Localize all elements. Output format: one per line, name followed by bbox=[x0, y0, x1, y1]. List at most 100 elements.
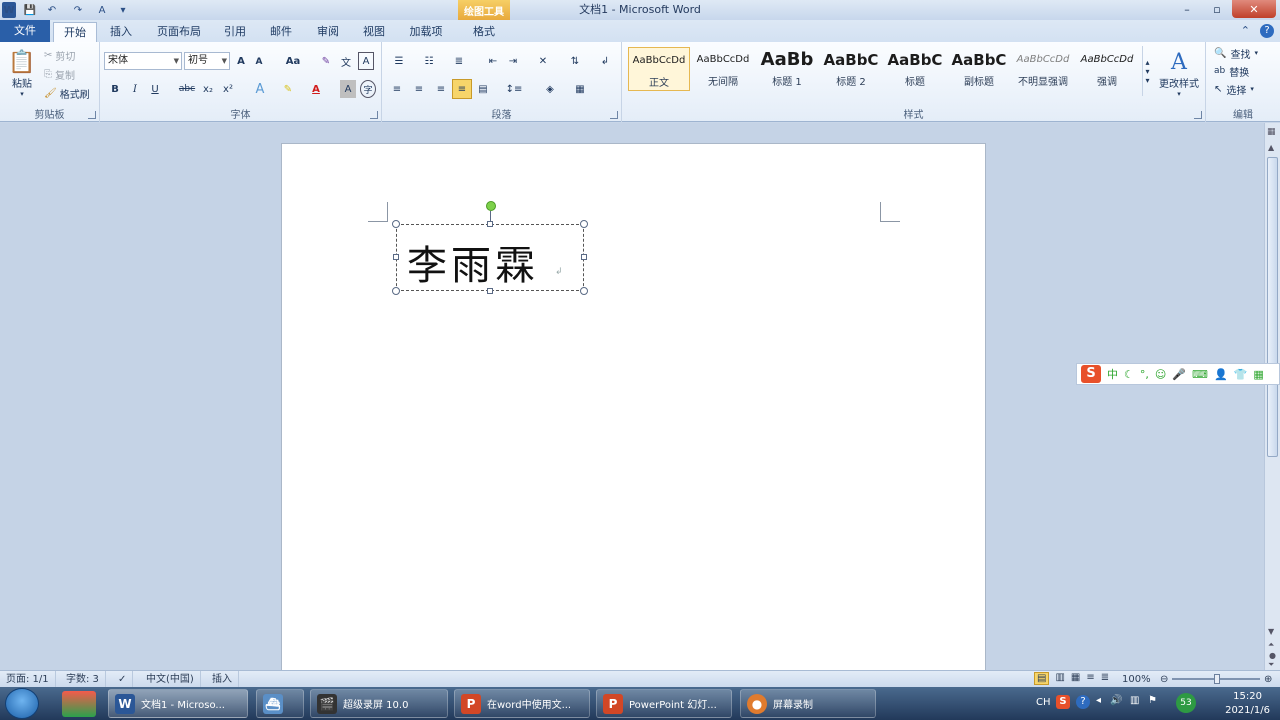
multilevel-list-icon[interactable]: ≣ bbox=[448, 52, 470, 70]
clock[interactable]: 15:20 2021/1/6 bbox=[1225, 690, 1270, 718]
tab-format[interactable]: 格式 bbox=[462, 22, 506, 42]
task-word[interactable]: W 文档1 - Microso... bbox=[108, 689, 248, 718]
outline-icon[interactable]: ≡ bbox=[1086, 672, 1094, 685]
italic-button[interactable]: I bbox=[128, 80, 142, 98]
style-normal[interactable]: AaBbCcDd 正文 bbox=[628, 47, 690, 91]
tab-file[interactable]: 文件 bbox=[0, 20, 50, 42]
input-language[interactable]: CH bbox=[1036, 697, 1051, 708]
shading-icon[interactable]: ◈ bbox=[538, 80, 562, 98]
clear-formatting-icon[interactable]: ✎ bbox=[318, 52, 334, 70]
bullets-icon[interactable]: ☰ bbox=[388, 52, 410, 70]
task-powerpoint-doc[interactable]: P 在word中使用文... bbox=[454, 689, 590, 718]
vertical-scrollbar[interactable]: ▦ ▲ ▼ ⏶ ● ⏷ bbox=[1264, 123, 1280, 670]
sort-icon[interactable]: ⇅ bbox=[566, 52, 584, 70]
sogou-logo-icon[interactable]: S bbox=[1081, 365, 1101, 383]
emoji-icon[interactable]: ☺ bbox=[1155, 368, 1166, 381]
line-spacing-icon[interactable]: ↕≡ bbox=[502, 80, 526, 98]
format-painter-button[interactable]: 🖌 格式刷 bbox=[44, 85, 90, 101]
resize-handle-left[interactable] bbox=[393, 254, 399, 260]
text-effects-icon[interactable]: A bbox=[250, 80, 270, 98]
network-tray-icon[interactable]: ▥ bbox=[1130, 695, 1139, 706]
resize-handle-bottom-right[interactable] bbox=[580, 287, 588, 295]
minimize-button[interactable]: – bbox=[1172, 0, 1202, 18]
help-tray-icon[interactable]: ? bbox=[1076, 695, 1090, 709]
status-mode[interactable]: 插入 bbox=[206, 671, 239, 688]
style-heading-1[interactable]: AaBb 标题 1 bbox=[756, 47, 818, 91]
replace-button[interactable]: ab 替换 bbox=[1214, 63, 1249, 79]
action-center-icon[interactable]: ⚑ bbox=[1148, 695, 1157, 706]
change-styles-button[interactable]: A 更改样式 ▾ bbox=[1156, 46, 1202, 102]
style-no-spacing[interactable]: AaBbCcDd 无间隔 bbox=[692, 47, 754, 91]
web-layout-icon[interactable]: ▦ bbox=[1071, 672, 1080, 685]
microphone-icon[interactable]: 🎤 bbox=[1172, 368, 1186, 381]
save-icon[interactable]: 💾 bbox=[22, 2, 38, 18]
text-effect-icon[interactable]: A bbox=[92, 2, 112, 18]
find-button[interactable]: 🔍 查找 ▾ bbox=[1214, 45, 1258, 61]
redo-icon[interactable]: ↷ bbox=[68, 2, 88, 18]
toolbox-icon[interactable]: ▦ bbox=[1253, 368, 1263, 381]
copy-button[interactable]: ⎘ 复制 bbox=[44, 66, 75, 82]
help-icon[interactable]: ? bbox=[1260, 24, 1274, 38]
scroll-down-icon[interactable]: ▼ bbox=[1268, 627, 1274, 636]
character-border-icon[interactable]: A bbox=[358, 52, 374, 70]
superscript-button[interactable]: x² bbox=[220, 80, 236, 98]
tab-review[interactable]: 审阅 bbox=[307, 22, 349, 42]
text-box[interactable]: 李雨霖 ↲ bbox=[392, 201, 588, 295]
align-right-icon[interactable]: ≡ bbox=[432, 80, 450, 98]
document-page[interactable]: 李雨霖 ↲ bbox=[281, 143, 986, 673]
next-page-icon[interactable]: ⏷ bbox=[1268, 660, 1274, 670]
rotate-handle[interactable] bbox=[486, 201, 496, 211]
status-page[interactable]: 页面: 1/1 bbox=[0, 671, 56, 688]
clipboard-dialog-launcher[interactable] bbox=[88, 111, 96, 119]
tab-view[interactable]: 视图 bbox=[353, 22, 395, 42]
tray-expand-icon[interactable]: ◂ bbox=[1096, 695, 1101, 706]
bold-button[interactable]: B bbox=[108, 80, 122, 98]
highlight-icon[interactable]: ✎ bbox=[278, 80, 298, 98]
browse-object-icon[interactable]: ● bbox=[1269, 651, 1276, 660]
select-button[interactable]: ↖ 选择 ▾ bbox=[1214, 81, 1254, 97]
style-heading-2[interactable]: AaBbC 标题 2 bbox=[820, 47, 882, 91]
align-center-icon[interactable]: ≡ bbox=[410, 80, 428, 98]
ruler-toggle-icon[interactable]: ▦ bbox=[1267, 127, 1276, 137]
zoom-level[interactable]: 100% bbox=[1122, 671, 1151, 688]
style-emphasis[interactable]: AaBbCcDd 强调 bbox=[1076, 47, 1138, 91]
tab-references[interactable]: 引用 bbox=[214, 22, 256, 42]
shrink-font-button[interactable]: A bbox=[252, 54, 266, 70]
font-size-combo[interactable]: 初号 ▼ bbox=[184, 52, 230, 70]
tab-home[interactable]: 开始 bbox=[53, 22, 97, 42]
paragraph-dialog-launcher[interactable] bbox=[610, 111, 618, 119]
style-title[interactable]: AaBbC 标题 bbox=[884, 47, 946, 91]
justify-icon[interactable]: ≡ bbox=[452, 79, 472, 99]
increase-indent-icon[interactable]: ⇥ bbox=[504, 52, 522, 70]
distributed-icon[interactable]: ▤ bbox=[474, 80, 492, 98]
font-name-combo[interactable]: 宋体 ▼ bbox=[104, 52, 182, 70]
full-screen-reading-icon[interactable]: ▥ bbox=[1055, 672, 1064, 685]
font-dialog-launcher[interactable] bbox=[370, 111, 378, 119]
scrollbar-thumb[interactable] bbox=[1267, 157, 1278, 457]
security-badge[interactable]: 53 bbox=[1176, 693, 1196, 713]
maximize-button[interactable]: ▫ bbox=[1202, 0, 1232, 18]
zoom-slider-thumb[interactable] bbox=[1214, 674, 1220, 684]
font-color-icon[interactable]: A bbox=[306, 80, 326, 98]
proofing-icon[interactable]: ✓ bbox=[112, 671, 134, 688]
resize-handle-top[interactable] bbox=[487, 221, 493, 227]
sogou-tray-icon[interactable]: S bbox=[1056, 695, 1070, 709]
styles-dialog-launcher[interactable] bbox=[1194, 111, 1202, 119]
volume-icon[interactable]: 🔊 bbox=[1110, 695, 1122, 706]
previous-page-icon[interactable]: ⏶ bbox=[1268, 640, 1274, 650]
underline-button[interactable]: U bbox=[148, 80, 162, 98]
task-powerpoint-slideshow[interactable]: P PowerPoint 幻灯... bbox=[596, 689, 732, 718]
keyboard-icon[interactable]: ⌨ bbox=[1192, 368, 1208, 381]
chinese-layout-icon[interactable]: ✕ bbox=[532, 52, 554, 70]
task-screen-recorder[interactable]: 🎬 超级录屏 10.0 bbox=[310, 689, 448, 718]
resize-handle-right[interactable] bbox=[581, 254, 587, 260]
word-logo-icon[interactable]: W bbox=[2, 2, 16, 18]
resize-handle-top-right[interactable] bbox=[580, 220, 588, 228]
close-button[interactable]: ✕ bbox=[1232, 0, 1276, 18]
styles-gallery-scroll[interactable]: ▴ ▾ ▾ bbox=[1142, 46, 1152, 96]
text-box-content[interactable]: 李雨霖 bbox=[407, 233, 539, 291]
tab-insert[interactable]: 插入 bbox=[100, 22, 142, 42]
scroll-up-icon[interactable]: ▲ bbox=[1268, 143, 1274, 152]
grow-font-button[interactable]: A bbox=[234, 52, 248, 70]
strikethrough-button[interactable]: abc bbox=[178, 80, 196, 98]
